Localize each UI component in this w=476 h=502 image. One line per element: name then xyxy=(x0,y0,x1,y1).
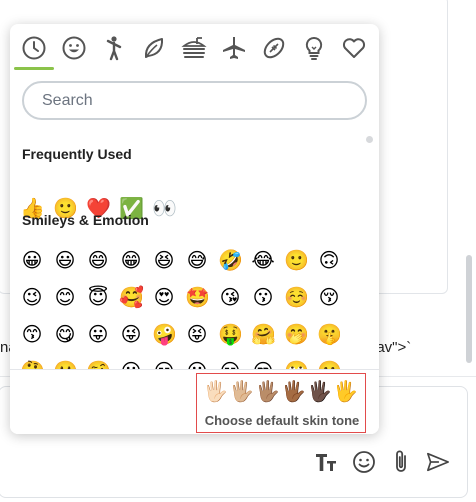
emoji-button[interactable]: 🤐 xyxy=(53,359,78,369)
emoji-button[interactable]: 😃 xyxy=(53,248,77,272)
emoji-button[interactable]: 🤫 xyxy=(317,322,342,346)
emoji-button[interactable]: 😁 xyxy=(119,248,143,272)
emoji-button[interactable]: 🙃 xyxy=(317,248,341,272)
skin-tone-option[interactable]: 🖐🏼 xyxy=(229,380,254,404)
lightbulb-icon xyxy=(305,36,323,60)
emoji-list-scrollbar[interactable] xyxy=(366,136,373,143)
emoji-button[interactable]: 😆 xyxy=(152,248,176,272)
emoji-button[interactable]: 😚 xyxy=(317,285,341,309)
skin-tone-option[interactable]: 🖐🏿 xyxy=(307,380,332,404)
emoji-button[interactable]: 😜 xyxy=(119,322,143,346)
emoji-button[interactable]: 😝 xyxy=(185,322,209,346)
tab-objects[interactable] xyxy=(300,34,328,62)
skin-tone-options: 🖐🏻 🖐🏼 🖐🏽 🖐🏾 🖐🏿 🖐️ xyxy=(203,380,358,404)
smiley-icon xyxy=(62,36,86,60)
active-tab-indicator xyxy=(14,67,54,70)
tab-travel[interactable] xyxy=(220,34,248,62)
emoji-list: Frequently Used 👍 🙂 ❤️ ✅ 👀 Smileys & Emotion… xyxy=(10,132,379,369)
emoji-button[interactable]: 😗 xyxy=(251,285,275,309)
page-scrollbar[interactable] xyxy=(466,255,472,363)
emoji-button[interactable]: 😶 xyxy=(185,359,209,369)
skin-tone-option[interactable]: 🖐🏽 xyxy=(255,380,280,404)
emoji-button[interactable]: 😘 xyxy=(218,285,242,309)
emoji-search-input[interactable]: Search xyxy=(22,81,367,120)
emoji-button[interactable]: 👀 xyxy=(152,196,177,220)
emoji-button[interactable]: 😛 xyxy=(86,322,110,346)
emoji-button[interactable]: 🥰 xyxy=(119,285,144,309)
tab-smileys[interactable] xyxy=(60,34,88,62)
chat-window: na nav">` Search Frequently Used 👍 🙂 ❤️ … xyxy=(0,0,476,502)
emoji-button[interactable]: 🙂 xyxy=(284,248,309,272)
tab-symbols[interactable] xyxy=(340,34,368,62)
tab-people[interactable] xyxy=(100,34,128,62)
emoji-button[interactable]: 😄 xyxy=(86,248,110,272)
section-title-smileys: Smileys & Emotion xyxy=(22,212,149,228)
picker-footer: 🖐🏻 🖐🏼 🖐🏽 🖐🏾 🖐🏿 🖐️ Choose default skin tone xyxy=(10,369,379,434)
emoji-button[interactable]: 😒 xyxy=(251,359,275,369)
emoji-button[interactable]: 😅 xyxy=(185,248,209,272)
skin-tone-selector: 🖐🏻 🖐🏼 🖐🏽 🖐🏾 🖐🏿 🖐️ Choose default skin tone xyxy=(196,373,366,433)
emoji-button[interactable]: 🤪 xyxy=(152,322,177,346)
emoji-button[interactable]: 😐 xyxy=(119,359,143,369)
category-tabs xyxy=(10,24,379,71)
compose-toolbar xyxy=(314,449,449,475)
emoji-button[interactable]: 🤭 xyxy=(284,322,309,346)
food-icon xyxy=(181,37,207,58)
emoji-button[interactable]: 🤩 xyxy=(185,285,210,309)
emoji-button[interactable]: 🤣 xyxy=(218,248,243,272)
emoji-button[interactable]: 🤑 xyxy=(218,322,243,346)
emoji-button[interactable]: 🤗 xyxy=(251,322,276,346)
football-icon xyxy=(263,37,285,59)
emoji-button[interactable]: 🙄 xyxy=(284,359,309,369)
tab-recent[interactable] xyxy=(20,34,48,62)
section-title-frequent: Frequently Used xyxy=(22,146,132,162)
emoji-button[interactable]: ☺️ xyxy=(284,285,309,309)
heart-icon xyxy=(342,38,366,58)
skin-tone-option[interactable]: 🖐🏻 xyxy=(203,380,228,404)
skin-tone-option[interactable]: 🖐️ xyxy=(333,380,358,404)
emoji-button[interactable]: 😋 xyxy=(53,322,77,346)
tab-food[interactable] xyxy=(180,34,208,62)
emoji-button[interactable]: 😀 xyxy=(20,248,44,272)
tab-activity[interactable] xyxy=(260,34,288,62)
emoji-button[interactable]: 😏 xyxy=(218,359,242,369)
attachment-icon[interactable] xyxy=(390,450,412,474)
emoji-button[interactable]: 😬 xyxy=(317,359,342,369)
emoji-button[interactable]: 🤨 xyxy=(86,359,111,369)
skin-tone-option[interactable]: 🖐🏾 xyxy=(281,380,306,404)
emoji-button[interactable]: 😙 xyxy=(20,322,44,346)
format-text-icon[interactable] xyxy=(314,450,338,474)
airplane-icon xyxy=(223,37,245,59)
send-icon[interactable] xyxy=(426,450,450,474)
tab-nature[interactable] xyxy=(140,34,168,62)
emoji-button[interactable]: 😇 xyxy=(86,285,110,309)
emoji-button[interactable]: 🤔 xyxy=(20,359,45,369)
emoji-button[interactable]: 😊 xyxy=(53,285,77,309)
emoji-button[interactable]: 😑 xyxy=(152,359,176,369)
leaf-icon xyxy=(144,38,164,58)
skin-tone-label: Choose default skin tone xyxy=(204,413,360,428)
emoji-picker: Search Frequently Used 👍 🙂 ❤️ ✅ 👀 Smileys & … xyxy=(10,24,379,434)
emoji-button[interactable]: 😍 xyxy=(152,285,176,309)
person-icon xyxy=(106,36,122,61)
clock-icon xyxy=(22,36,46,60)
emoji-button[interactable]: 😉 xyxy=(20,285,44,309)
emoji-button[interactable]: 😂 xyxy=(251,248,275,272)
emoji-icon[interactable] xyxy=(352,450,376,474)
